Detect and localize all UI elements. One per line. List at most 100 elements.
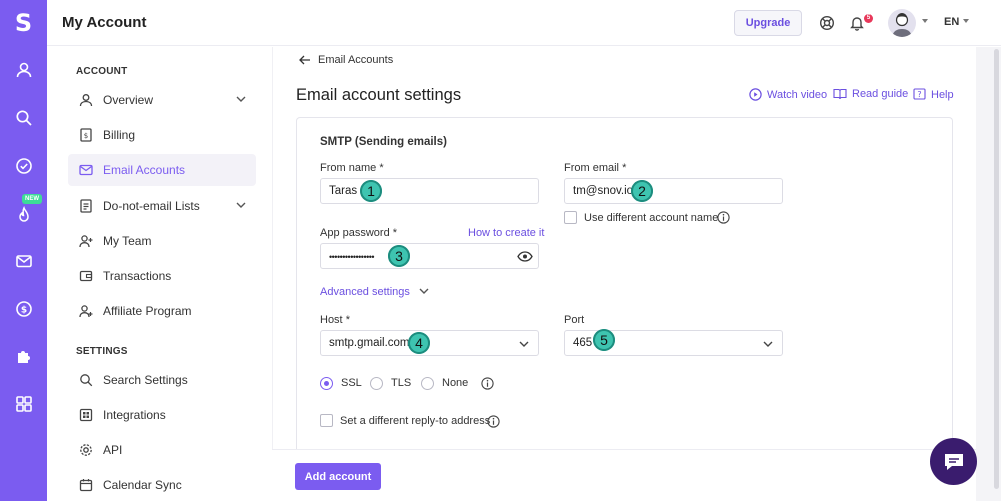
- tls-label: TLS: [391, 377, 412, 389]
- rail-grid-icon[interactable]: [0, 389, 47, 419]
- avatar-caret-icon[interactable]: [922, 19, 928, 23]
- sidebar-item-label: Billing: [103, 128, 136, 142]
- support-icon[interactable]: [819, 15, 835, 31]
- app-password-input[interactable]: •••••••••••••••••: [320, 243, 539, 269]
- section-title-settings: SETTINGS: [76, 346, 128, 357]
- watch-video-link[interactable]: Watch video: [749, 88, 827, 101]
- sidebar-item-api[interactable]: API: [68, 434, 256, 466]
- arrow-left-icon: [299, 55, 310, 65]
- sidebar-item-my-team[interactable]: My Team: [68, 225, 256, 257]
- step-marker-4: 4: [408, 332, 430, 354]
- settings-sidebar: ACCOUNT Overview $ Billing Email Account…: [47, 47, 272, 501]
- rail-user-icon[interactable]: [0, 55, 47, 85]
- sidebar-item-label: Email Accounts: [103, 163, 186, 177]
- svg-text:$: $: [84, 132, 88, 140]
- from-email-label: From email *: [564, 162, 627, 174]
- help-label: Help: [931, 88, 954, 101]
- language-caret-icon[interactable]: [963, 19, 969, 23]
- from-email-input[interactable]: tm@snov.io: [564, 178, 783, 204]
- scrollbar[interactable]: [976, 47, 1001, 501]
- eye-icon[interactable]: [517, 251, 533, 262]
- read-guide-link[interactable]: Read guide: [833, 88, 908, 100]
- rail-mail-icon[interactable]: [0, 246, 47, 276]
- sidebar-item-label: API: [103, 443, 123, 457]
- svg-text:$: $: [20, 306, 26, 316]
- notification-badge: 5: [864, 14, 873, 23]
- sidebar-item-transactions[interactable]: Transactions: [68, 260, 256, 292]
- main-content: Email Accounts Email account settings Wa…: [272, 47, 976, 501]
- step-marker-5: 5: [593, 329, 615, 351]
- host-label: Host *: [320, 314, 350, 326]
- rail-puzzle-icon[interactable]: [0, 341, 47, 371]
- app-password-value: •••••••••••••••••: [329, 252, 375, 262]
- sidebar-item-email-accounts[interactable]: Email Accounts: [68, 154, 256, 186]
- rail-dollar-icon[interactable]: $: [0, 294, 47, 324]
- back-link[interactable]: Email Accounts: [299, 54, 393, 66]
- sidebar-item-overview[interactable]: Overview: [68, 84, 256, 116]
- smtp-section-title: SMTP (Sending emails): [320, 136, 447, 148]
- gear-icon: [78, 442, 94, 458]
- step-marker-2: 2: [631, 180, 653, 202]
- chat-widget-button[interactable]: [930, 438, 977, 485]
- sidebar-item-label: Affiliate Program: [103, 304, 192, 318]
- sidebar-item-label: Transactions: [103, 269, 172, 283]
- read-guide-label: Read guide: [852, 88, 909, 100]
- none-radio[interactable]: [421, 377, 434, 390]
- from-name-input[interactable]: Taras: [320, 178, 539, 204]
- chevron-down-icon[interactable]: [236, 96, 246, 103]
- help-link[interactable]: ? Help: [913, 88, 954, 101]
- host-value: smtp.gmail.com: [329, 337, 410, 349]
- chevron-down-icon: [419, 288, 429, 294]
- step-marker-3: 3: [388, 245, 410, 267]
- port-label: Port: [564, 314, 585, 326]
- sidebar-item-do-not-email-lists[interactable]: Do-not-email Lists: [68, 190, 256, 222]
- rail-flame-icon[interactable]: [0, 200, 47, 230]
- tls-radio[interactable]: [370, 377, 383, 390]
- from-name-value: Taras: [329, 185, 358, 197]
- svg-text:?: ?: [917, 90, 921, 99]
- chevron-down-icon[interactable]: [236, 202, 246, 209]
- book-icon: [833, 88, 847, 100]
- info-icon[interactable]: [717, 211, 730, 224]
- from-name-label: From name *: [320, 162, 384, 174]
- bell-icon[interactable]: [849, 15, 865, 31]
- sidebar-item-affiliate-program[interactable]: Affiliate Program: [68, 295, 256, 327]
- sidebar-item-label: Calendar Sync: [103, 478, 182, 492]
- advanced-settings-toggle[interactable]: Advanced settings: [320, 286, 429, 298]
- top-header: My Account Upgrade 5 EN: [47, 0, 1001, 46]
- ssl-label: SSL: [341, 377, 362, 389]
- reply-to-checkbox[interactable]: [320, 414, 333, 427]
- from-email-value: tm@snov.io: [573, 185, 634, 197]
- add-account-button[interactable]: Add account: [295, 463, 381, 490]
- ssl-radio[interactable]: [320, 377, 333, 390]
- reply-to-label: Set a different reply-to address: [340, 415, 491, 427]
- section-title-account: ACCOUNT: [76, 66, 128, 77]
- form-footer: Add account: [272, 449, 976, 501]
- user-plus-icon: [78, 303, 94, 319]
- rail-search-icon[interactable]: [0, 103, 47, 133]
- smtp-card: SMTP (Sending emails) From name * Taras …: [296, 117, 953, 457]
- language-selector[interactable]: EN: [944, 16, 959, 28]
- step-marker-1: 1: [360, 180, 382, 202]
- info-icon[interactable]: [481, 377, 494, 390]
- scrollbar-thumb[interactable]: [994, 49, 999, 489]
- app-rail: S NEW $: [0, 0, 47, 501]
- sidebar-item-search-settings[interactable]: Search Settings: [68, 364, 256, 396]
- page-header-title: My Account: [62, 14, 147, 31]
- upgrade-button[interactable]: Upgrade: [734, 10, 802, 36]
- sidebar-item-calendar-sync[interactable]: Calendar Sync: [68, 469, 256, 501]
- chevron-down-icon: [763, 341, 773, 347]
- how-to-create-link[interactable]: How to create it: [468, 227, 544, 239]
- snov-logo[interactable]: S: [0, 0, 47, 46]
- sidebar-item-label: Do-not-email Lists: [103, 199, 200, 213]
- rail-check-circle-icon[interactable]: [0, 151, 47, 181]
- team-icon: [78, 233, 94, 249]
- sidebar-item-billing[interactable]: $ Billing: [68, 119, 256, 151]
- info-icon[interactable]: [487, 415, 500, 428]
- use-different-name-checkbox[interactable]: [564, 211, 577, 224]
- avatar[interactable]: [888, 9, 916, 37]
- play-circle-icon: [749, 88, 762, 101]
- help-icon: ?: [913, 88, 926, 100]
- sidebar-item-integrations[interactable]: Integrations: [68, 399, 256, 431]
- integrations-icon: [78, 407, 94, 423]
